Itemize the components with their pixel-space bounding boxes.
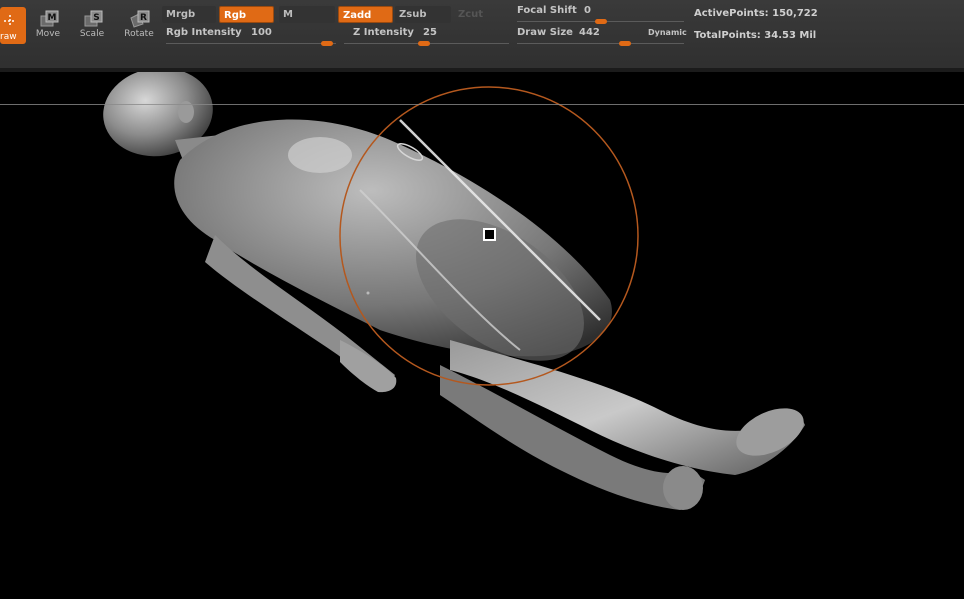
sculpt-model[interactable] xyxy=(0,72,964,599)
draw-size-value: 442 xyxy=(579,27,600,38)
rgb-intensity-value: 100 xyxy=(251,27,272,38)
m-button[interactable]: M xyxy=(279,6,335,23)
focal-shift-value: 0 xyxy=(584,5,591,16)
zadd-button[interactable]: Zadd xyxy=(338,6,393,23)
rgb-intensity-track[interactable] xyxy=(166,43,336,44)
focal-point-icon xyxy=(366,291,370,295)
dynamic-toggle[interactable]: Dynamic xyxy=(648,28,687,37)
z-intensity-value: 25 xyxy=(423,27,437,38)
brush-cursor-icon xyxy=(483,228,496,241)
rgb-intensity-handle[interactable] xyxy=(321,41,333,46)
scale-tool-button[interactable]: S Scale xyxy=(74,8,110,46)
svg-text:R: R xyxy=(140,13,147,23)
zsub-button[interactable]: Zsub xyxy=(395,6,451,23)
z-intensity-label: Z Intensity xyxy=(353,27,414,38)
canvas-viewport[interactable] xyxy=(0,72,964,599)
horizon-line xyxy=(0,104,964,105)
crosshair-icon xyxy=(4,15,16,27)
rgb-intensity-label: Rgb Intensity xyxy=(166,27,242,38)
svg-text:S: S xyxy=(93,13,99,23)
active-points-stat: ActivePoints: 150,722 xyxy=(694,8,818,19)
focal-shift-label: Focal Shift xyxy=(517,5,577,16)
scale-icon: S xyxy=(84,10,103,27)
scale-tool-label: Scale xyxy=(79,29,105,39)
svg-text:M: M xyxy=(48,13,57,23)
focal-shift-handle[interactable] xyxy=(595,19,607,24)
draw-size-handle[interactable] xyxy=(619,41,631,46)
move-icon: M xyxy=(40,10,59,27)
top-toolbar: raw M Move S Scale R Rotate Mrgb Rgb M Z… xyxy=(0,0,964,72)
move-tool-label: Move xyxy=(35,29,61,39)
draw-size-track[interactable] xyxy=(517,43,684,44)
total-points-stat: TotalPoints: 34.53 Mil xyxy=(694,30,816,41)
zcut-button[interactable]: Zcut xyxy=(454,6,508,23)
move-tool-button[interactable]: M Move xyxy=(30,8,66,46)
z-intensity-handle[interactable] xyxy=(418,41,430,46)
draw-tool-button[interactable]: raw xyxy=(0,7,26,44)
draw-size-label: Draw Size xyxy=(517,27,573,38)
active-points-value: 150,722 xyxy=(772,8,818,19)
rotate-tool-label: Rotate xyxy=(124,29,154,39)
rotate-icon: R xyxy=(130,10,150,28)
rotate-tool-button[interactable]: R Rotate xyxy=(121,8,157,46)
rgb-button[interactable]: Rgb xyxy=(219,6,274,23)
total-points-label: TotalPoints: xyxy=(694,30,761,41)
draw-tool-label: raw xyxy=(0,32,17,42)
total-points-value: 34.53 Mil xyxy=(764,30,817,41)
active-points-label: ActivePoints: xyxy=(694,8,769,19)
mrgb-button[interactable]: Mrgb xyxy=(162,6,216,23)
